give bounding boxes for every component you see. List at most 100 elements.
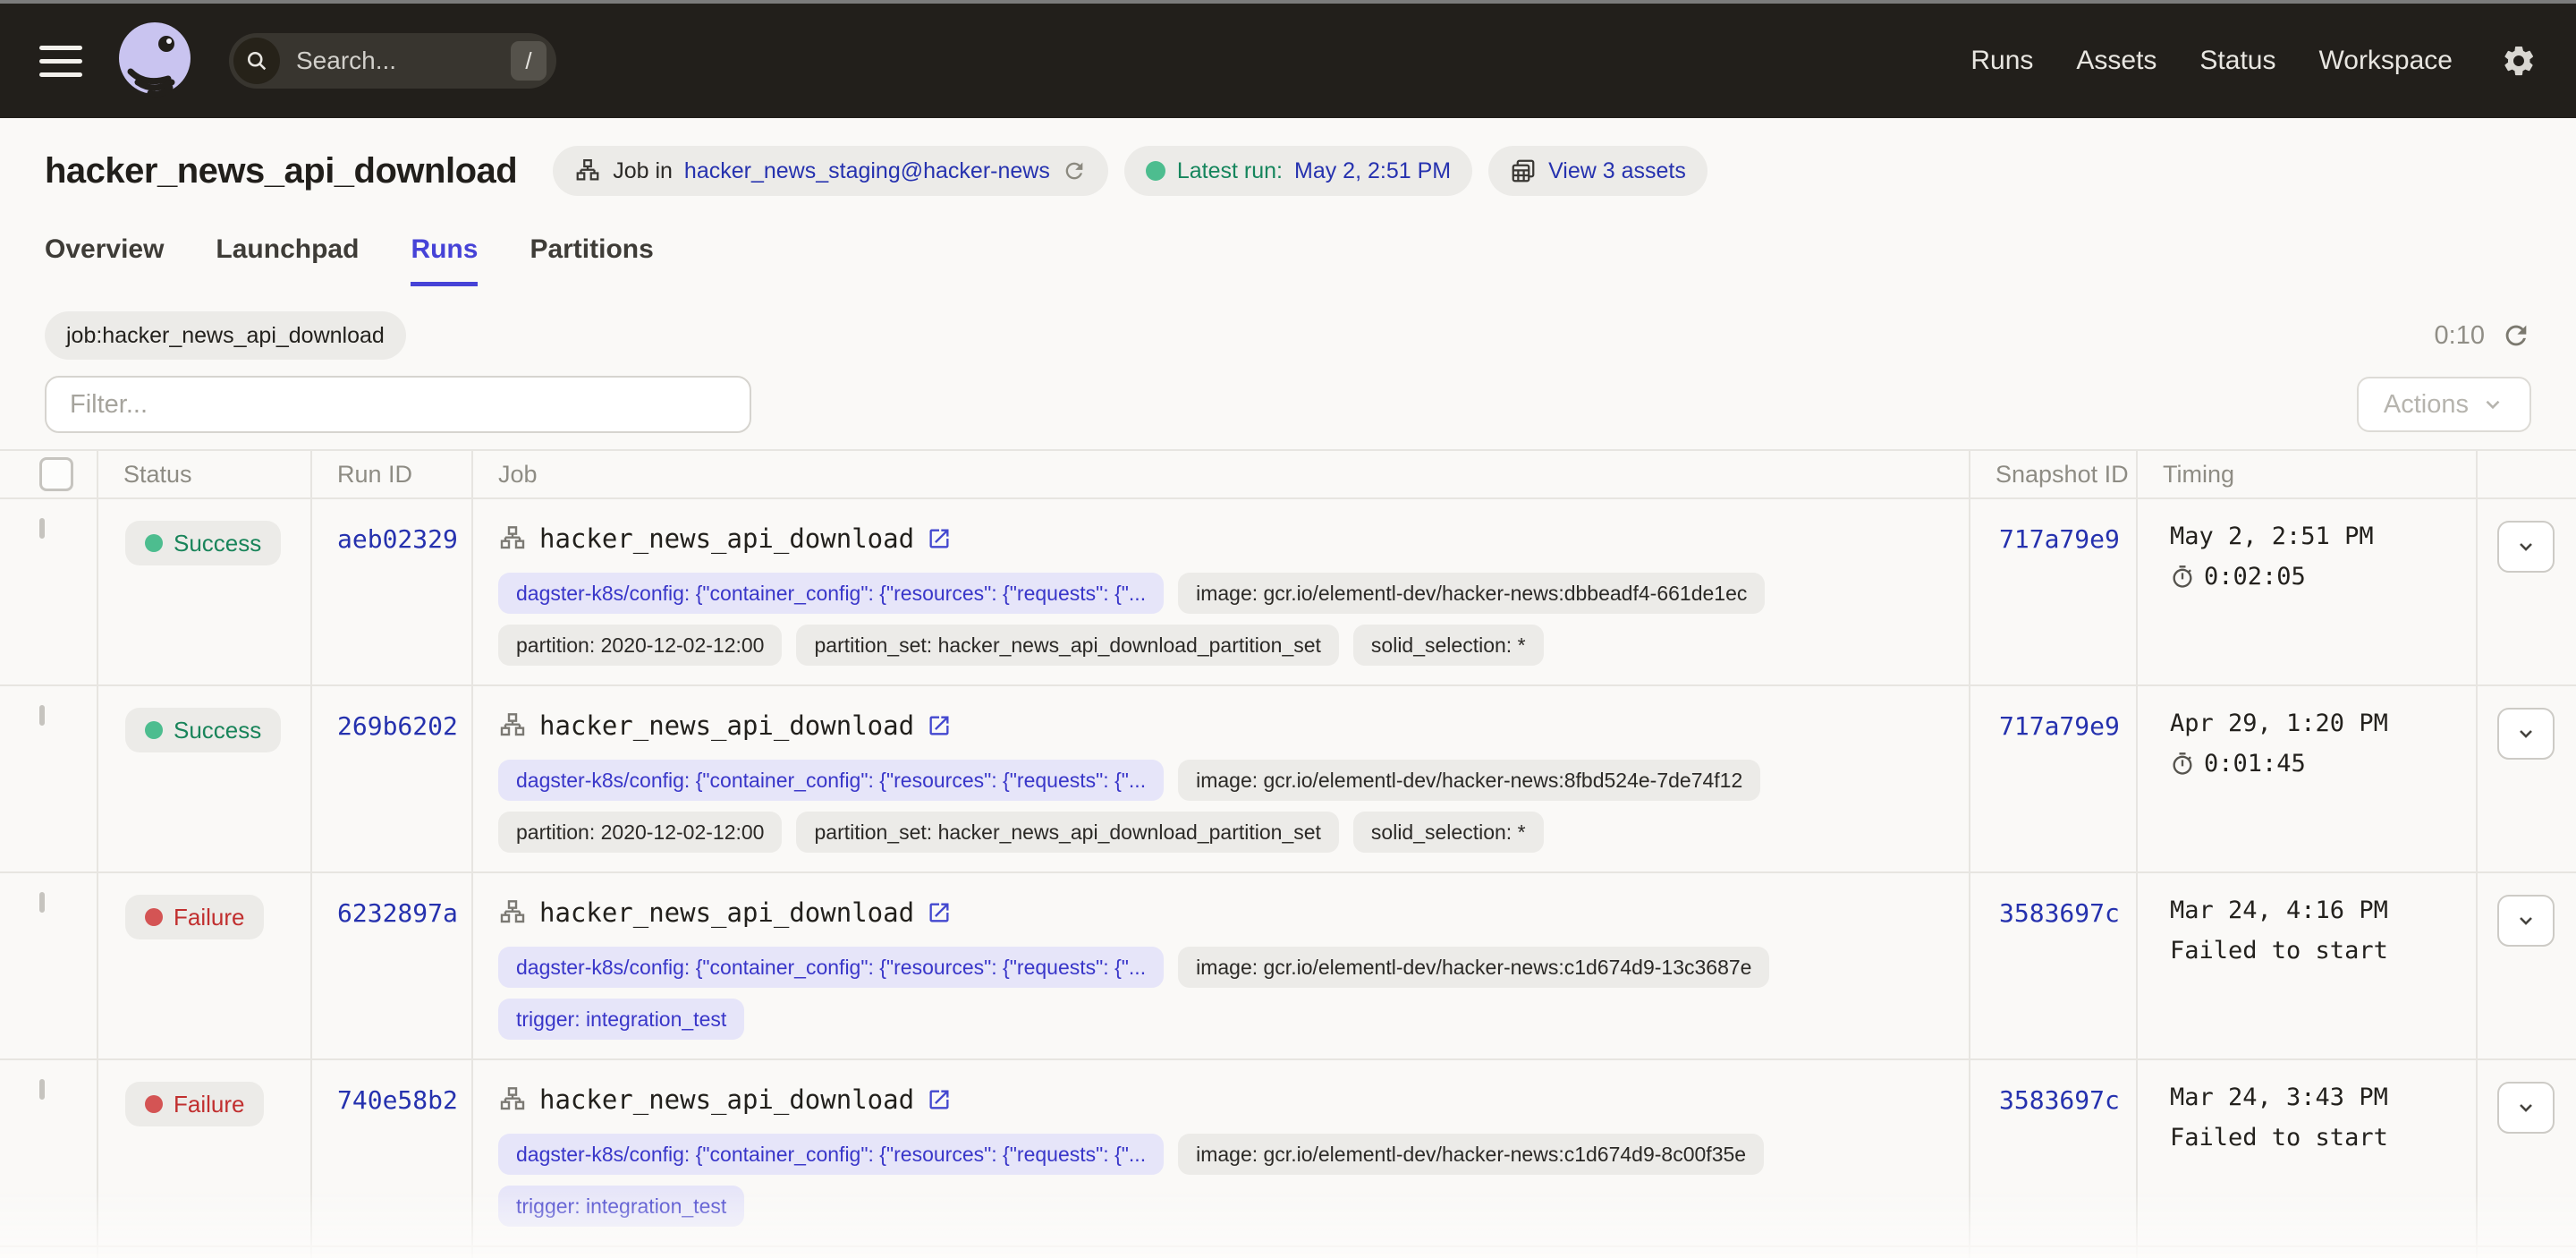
view-assets-link[interactable]: View 3 assets [1548, 158, 1686, 184]
latest-run-status-dot-icon [1146, 161, 1165, 181]
run-tag[interactable]: trigger: integration_test [498, 1186, 744, 1227]
run-tag[interactable]: dagster-k8s/config: {"container_config":… [498, 1134, 1164, 1175]
page-tabs: Overview Launchpad Runs Partitions [0, 234, 2576, 286]
job-location-badge: Job in hacker_news_staging@hacker-news [553, 146, 1108, 196]
tab-runs[interactable]: Runs [411, 234, 478, 286]
run-tag[interactable]: solid_selection: * [1353, 812, 1544, 853]
run-tag[interactable]: dagster-k8s/config: {"container_config":… [498, 947, 1164, 988]
tab-launchpad[interactable]: Launchpad [216, 234, 359, 286]
external-link-icon[interactable] [927, 900, 952, 925]
status-dot-icon [145, 908, 163, 926]
snapshot-id-link[interactable]: 3583697c [1999, 1085, 2120, 1115]
navbar-link-status[interactable]: Status [2199, 46, 2275, 76]
navbar-link-runs[interactable]: Runs [1970, 46, 2033, 76]
run-tag-rows: dagster-k8s/config: {"container_config":… [498, 573, 1969, 666]
job-name-link[interactable]: hacker_news_api_download [539, 710, 914, 741]
column-header-run-id: Run ID [310, 451, 471, 497]
gear-icon[interactable] [2501, 43, 2537, 79]
tab-partitions[interactable]: Partitions [530, 234, 653, 286]
run-tag[interactable]: image: gcr.io/elementl-dev/hacker-news:d… [1178, 573, 1765, 614]
snapshot-id-link[interactable]: 717a79e9 [1999, 524, 2120, 554]
run-id-link[interactable]: 6232897a [337, 898, 458, 928]
run-id-link[interactable]: 740e58b2 [337, 1085, 458, 1115]
hamburger-menu-icon[interactable] [39, 46, 82, 77]
run-start-time: May 2, 2:51 PM [2170, 523, 2476, 550]
run-tag[interactable]: partition_set: hacker_news_api_download_… [796, 812, 1338, 853]
search-icon [233, 38, 280, 84]
run-tag[interactable]: trigger: integration_test [498, 999, 744, 1040]
select-all-checkbox[interactable] [39, 457, 73, 491]
column-header-job: Job [471, 451, 1969, 497]
actions-button[interactable]: Actions [2357, 377, 2531, 432]
actions-button-label: Actions [2384, 390, 2469, 420]
row-actions-dropdown-button[interactable] [2497, 521, 2555, 573]
run-tag[interactable]: image: gcr.io/elementl-dev/hacker-news:c… [1178, 947, 1769, 988]
run-tag[interactable]: dagster-k8s/config: {"container_config":… [498, 573, 1164, 614]
table-row: Success 269b6202 hacker_news_api_downloa… [0, 686, 2576, 873]
chevron-down-icon [2515, 1097, 2537, 1118]
refresh-icon[interactable] [2501, 320, 2531, 351]
row-checkbox[interactable] [39, 705, 45, 726]
runs-table-body: Success aeb02329 hacker_news_api_downloa… [0, 499, 2576, 1247]
status-label: Success [174, 530, 261, 557]
job-name-link[interactable]: hacker_news_api_download [539, 523, 914, 554]
chevron-down-icon [2515, 536, 2537, 557]
run-tag[interactable]: partition: 2020-12-02-12:00 [498, 812, 782, 853]
row-actions-dropdown-button[interactable] [2497, 895, 2555, 947]
job-icon [574, 157, 601, 184]
run-tag[interactable]: solid_selection: * [1353, 625, 1544, 666]
row-checkbox[interactable] [39, 892, 45, 913]
search-shortcut-key: / [511, 41, 547, 81]
reload-repo-icon[interactable] [1062, 158, 1087, 183]
status-dot-icon [145, 534, 163, 552]
job-icon [498, 524, 527, 553]
run-status-badge: Success [125, 708, 281, 752]
run-id-link[interactable]: aeb02329 [337, 524, 458, 554]
external-link-icon[interactable] [927, 1087, 952, 1112]
partial-next-row [0, 1247, 2576, 1258]
run-tag[interactable]: image: gcr.io/elementl-dev/hacker-news:c… [1178, 1134, 1764, 1175]
repo-location-link[interactable]: hacker_news_staging@hacker-news [684, 158, 1050, 184]
latest-run-label: Latest run: [1177, 158, 1283, 184]
runs-table-header: Status Run ID Job Snapshot ID Timing [0, 449, 2576, 499]
view-assets-badge: View 3 assets [1488, 146, 1707, 196]
status-label: Success [174, 717, 261, 744]
snapshot-id-link[interactable]: 717a79e9 [1999, 711, 2120, 741]
global-search-input[interactable]: Search... / [229, 33, 556, 89]
stopwatch-icon [2170, 752, 2195, 777]
row-checkbox[interactable] [39, 518, 45, 539]
job-name-link[interactable]: hacker_news_api_download [539, 1084, 914, 1115]
job-filter-token[interactable]: job:hacker_news_api_download [45, 311, 406, 360]
run-tag[interactable]: dagster-k8s/config: {"container_config":… [498, 760, 1164, 801]
tab-overview[interactable]: Overview [45, 234, 164, 286]
external-link-icon[interactable] [927, 526, 952, 551]
run-tag-rows: dagster-k8s/config: {"container_config":… [498, 760, 1969, 853]
navbar-link-assets[interactable]: Assets [2076, 46, 2157, 76]
run-id-link[interactable]: 269b6202 [337, 711, 458, 741]
run-tag[interactable]: partition_set: hacker_news_api_download_… [796, 625, 1338, 666]
run-tag-rows: dagster-k8s/config: {"container_config":… [498, 1134, 1969, 1227]
run-duration: 0:02:05 [2170, 563, 2476, 591]
column-header-status: Status [97, 451, 310, 497]
runs-filter-input[interactable] [45, 376, 751, 433]
status-dot-icon [145, 1095, 163, 1113]
latest-run-time-link[interactable]: May 2, 2:51 PM [1294, 158, 1451, 184]
refresh-countdown: 0:10 [2435, 321, 2485, 351]
run-tag[interactable]: image: gcr.io/elementl-dev/hacker-news:8… [1178, 760, 1760, 801]
job-name-link[interactable]: hacker_news_api_download [539, 897, 914, 928]
column-header-timing: Timing [2136, 451, 2476, 497]
snapshot-id-link[interactable]: 3583697c [1999, 898, 2120, 928]
row-checkbox[interactable] [39, 1079, 45, 1100]
run-tag[interactable]: partition: 2020-12-02-12:00 [498, 625, 782, 666]
external-link-icon[interactable] [927, 713, 952, 738]
table-row: Failure 6232897a hacker_news_api_downloa… [0, 873, 2576, 1060]
run-duration-value: 0:01:45 [2204, 750, 2306, 778]
dagster-logo[interactable] [114, 20, 197, 102]
chevron-down-icon [2481, 393, 2504, 416]
navbar-link-workspace[interactable]: Workspace [2318, 46, 2453, 76]
navbar-links: Runs Assets Status Workspace [1970, 46, 2453, 76]
chevron-down-icon [2515, 723, 2537, 744]
row-actions-dropdown-button[interactable] [2497, 708, 2555, 760]
row-actions-dropdown-button[interactable] [2497, 1082, 2555, 1134]
status-dot-icon [145, 721, 163, 739]
